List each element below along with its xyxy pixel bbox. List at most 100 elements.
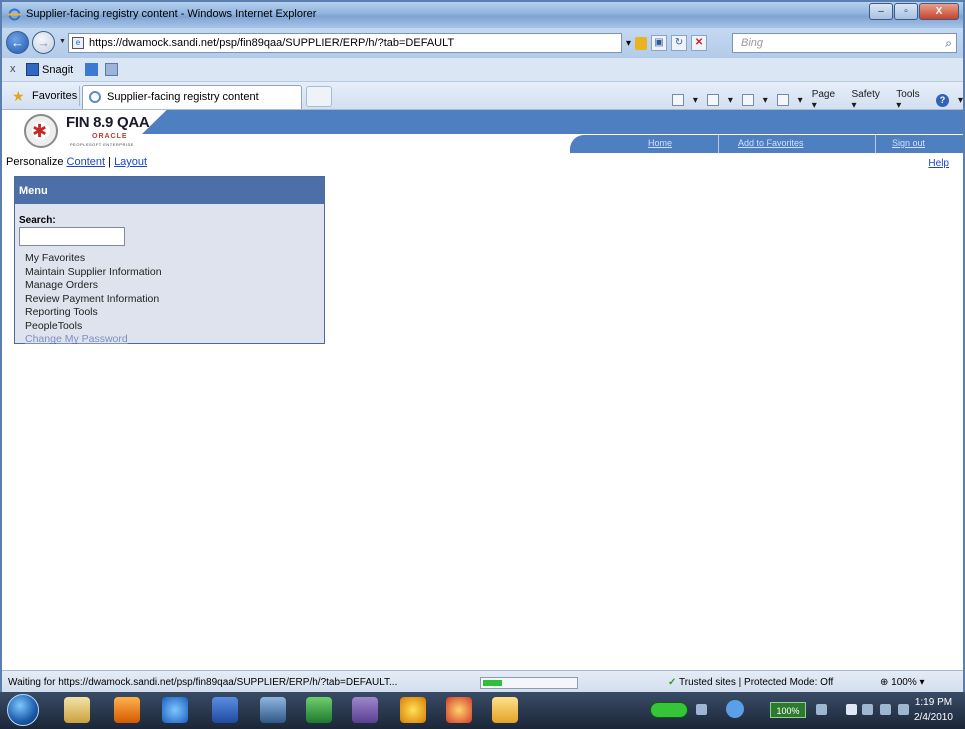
close-toolbar-button[interactable]: x — [10, 63, 16, 75]
personalize-label: Personalize — [6, 156, 64, 168]
personalize-content-link[interactable]: Content — [67, 156, 106, 168]
home-icon[interactable] — [672, 94, 684, 106]
update-icon[interactable] — [726, 700, 744, 718]
snagit-icon[interactable] — [26, 63, 39, 76]
home-link[interactable]: Home — [648, 138, 672, 148]
explorer-taskbar-icon[interactable] — [64, 697, 90, 723]
menu-item-change-my-password[interactable]: Change My Password — [25, 333, 162, 347]
favorites-button[interactable]: Favorites — [32, 90, 77, 102]
search-label: Search: — [19, 215, 56, 226]
menu-item-maintain-supplier-information[interactable]: Maintain Supplier Information — [25, 266, 162, 280]
mail-icon[interactable] — [741, 94, 754, 106]
progress-fill — [483, 680, 502, 686]
progress-bar — [480, 677, 578, 689]
url-text[interactable]: https://dwamock.sandi.net/psp/fin89qaa/S… — [89, 37, 454, 49]
clock-date[interactable]: 2/4/2010 — [914, 710, 953, 725]
check-icon: ✓ — [668, 677, 677, 688]
flag-icon[interactable] — [862, 704, 873, 715]
status-bar: Waiting for https://dwamock.sandi.net/ps… — [2, 670, 963, 694]
address-field[interactable]: e https://dwamock.sandi.net/psp/fin89qaa… — [68, 33, 622, 53]
app-taskbar-icon[interactable] — [260, 697, 286, 723]
search-icon[interactable]: ⌕ — [945, 36, 952, 51]
tools-menu[interactable]: Tools ▾ — [896, 89, 927, 111]
zoom-level[interactable]: ⊕ 100% ▾ — [880, 677, 925, 688]
district-seal-logo: ✱ — [24, 114, 58, 148]
search-placeholder[interactable]: Bing — [741, 37, 763, 49]
page-menu[interactable]: Page ▾ — [812, 89, 843, 111]
safety-menu[interactable]: Safety ▾ — [852, 89, 888, 111]
menu-item-my-favorites[interactable]: My Favorites — [25, 252, 162, 266]
address-tools: ▾ ▣ ↻ ✕ — [626, 33, 708, 53]
favorites-bar: ★ Favorites Supplier-facing registry con… — [2, 82, 963, 111]
title-bar[interactable]: Supplier-facing registry content - Windo… — [2, 2, 963, 28]
mail-dropdown-icon[interactable]: ▾ — [763, 95, 768, 106]
media-player-taskbar-icon[interactable] — [446, 697, 472, 723]
snagit-taskbar-icon[interactable] — [492, 697, 518, 723]
tab-label[interactable]: Supplier-facing registry content — [107, 91, 259, 103]
snagit-label[interactable]: Snagit — [42, 64, 73, 76]
new-tab-button[interactable] — [306, 86, 332, 107]
back-button[interactable]: ← — [6, 31, 29, 54]
clock[interactable]: 1:19 PM 2/4/2010 — [914, 695, 953, 725]
menu-list: My Favorites Maintain Supplier Informati… — [25, 252, 162, 347]
sign-out-link[interactable]: Sign out — [892, 138, 925, 148]
refresh-icon[interactable]: ↻ — [671, 35, 688, 51]
address-dropdown-icon[interactable]: ▾ — [626, 38, 631, 49]
menu-item-manage-orders[interactable]: Manage Orders — [25, 279, 162, 293]
battery-percent[interactable]: 100% — [770, 702, 806, 718]
minimize-button[interactable]: – — [869, 3, 893, 20]
universal-navigation: Home Add to Favorites Sign out — [570, 135, 963, 153]
compatibility-icon[interactable]: ▣ — [651, 35, 668, 51]
print-icon[interactable] — [776, 94, 789, 106]
page-icon: e — [72, 37, 84, 49]
menu-item-reporting-tools[interactable]: Reporting Tools — [25, 306, 162, 320]
personalize-layout-link[interactable]: Layout — [114, 156, 147, 168]
divider — [718, 135, 719, 153]
zone-text[interactable]: Trusted sites | Protected Mode: Off — [679, 677, 833, 688]
security-zone[interactable]: ✓ Trusted sites | Protected Mode: Off — [668, 677, 833, 688]
stop-icon[interactable]: ✕ — [691, 35, 708, 51]
menu-item-peopletools[interactable]: PeopleTools — [25, 320, 162, 334]
onenote-taskbar-icon[interactable] — [352, 697, 378, 723]
feeds-dropdown-icon[interactable]: ▾ — [728, 95, 733, 106]
address-row: ← → ▼ e https://dwamock.sandi.net/psp/fi… — [2, 28, 963, 58]
lock-icon[interactable] — [635, 36, 648, 50]
word-taskbar-icon[interactable] — [212, 697, 238, 723]
battery-gauge-icon[interactable] — [650, 702, 688, 718]
home-dropdown-icon[interactable]: ▾ — [693, 95, 698, 106]
outlook-taskbar-icon[interactable] — [114, 697, 140, 723]
snagit-capture-icon[interactable] — [85, 63, 98, 76]
window-title: Supplier-facing registry content - Windo… — [26, 8, 317, 20]
help-link[interactable]: Help — [928, 158, 949, 169]
history-dropdown-icon[interactable]: ▼ — [59, 38, 66, 45]
monitor-icon[interactable] — [880, 704, 891, 715]
menu-pagelet: Menu Search: My Favorites Maintain Suppl… — [14, 176, 325, 347]
search-box[interactable]: Bing ⌕ — [732, 33, 957, 53]
add-to-favorites-link[interactable]: Add to Favorites — [738, 138, 804, 148]
clock-time[interactable]: 1:19 PM — [914, 695, 953, 710]
help-icon[interactable]: ? — [936, 93, 949, 107]
excel-taskbar-icon[interactable] — [306, 697, 332, 723]
menu-search-input[interactable] — [19, 227, 125, 246]
ie-taskbar-icon[interactable] — [162, 697, 188, 723]
zoom-value[interactable]: 100% — [891, 677, 917, 688]
forward-button[interactable]: → — [32, 31, 55, 54]
feeds-icon[interactable] — [706, 94, 719, 106]
tray-app-icon[interactable] — [816, 704, 827, 715]
show-hidden-icons[interactable] — [846, 704, 857, 715]
close-button[interactable]: X — [919, 3, 959, 20]
divider — [875, 135, 876, 153]
network-icon[interactable] — [696, 704, 707, 715]
volume-icon[interactable] — [898, 704, 909, 715]
tab-supplier-content[interactable]: Supplier-facing registry content — [82, 85, 302, 109]
snagit-editor-icon[interactable] — [105, 63, 118, 76]
peoplesoft-header: ✱ FIN 8.9 QAA ORACLE PEOPLESOFT ENTERPRI… — [2, 110, 963, 154]
start-button[interactable] — [7, 694, 39, 726]
favorites-star-icon[interactable]: ★ — [12, 88, 25, 105]
print-dropdown-icon[interactable]: ▾ — [798, 95, 803, 106]
maximize-button[interactable]: ▫ — [894, 3, 918, 20]
help-dropdown-icon[interactable]: ▾ — [958, 95, 963, 106]
messenger-taskbar-icon[interactable] — [400, 697, 426, 723]
menu-item-review-payment-information[interactable]: Review Payment Information — [25, 293, 162, 307]
seal-star-icon: ✱ — [32, 121, 48, 141]
